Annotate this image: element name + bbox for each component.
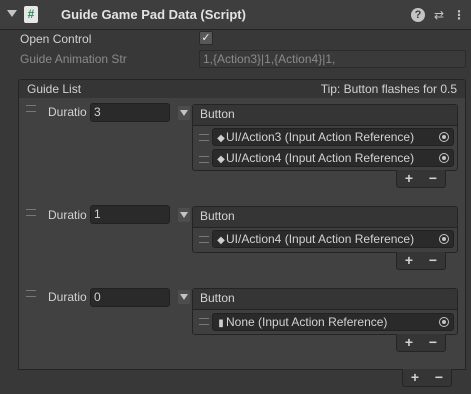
guide-animation-label: Guide Animation Str [20,52,127,66]
foldout-arrow-icon[interactable] [178,208,190,222]
drag-handle-icon[interactable] [26,290,36,297]
drag-handle-icon[interactable] [199,156,209,163]
add-remove-controls: + − [396,252,446,270]
button-list-header[interactable]: Button [193,105,457,126]
guide-list-label: Guide List [27,82,82,96]
preset-sliders-icon[interactable]: ⇄ [432,8,446,22]
drag-handle-icon[interactable] [199,236,209,243]
drag-handle-icon[interactable] [199,318,209,325]
action-reference-field[interactable]: ▮ None (Input Action Reference) [212,313,454,331]
drag-handle-icon[interactable] [199,134,209,141]
action-reference-field[interactable]: ◆UI/Action4 (Input Action Reference) [212,230,454,248]
more-options-icon[interactable]: ⋮ [452,8,466,22]
component-header: # Guide Game Pad Data (Script) ? ⇄ ⋮ [0,0,471,30]
duration-field[interactable]: 3 [90,103,170,122]
add-button[interactable]: + [399,170,419,186]
object-picker-icon[interactable] [439,132,449,142]
remove-button[interactable]: − [423,334,443,350]
add-remove-controls: + − [396,334,446,352]
input-action-icon: ◆ [217,133,225,144]
button-list-header[interactable]: Button [193,207,457,228]
foldout-arrow-icon[interactable] [178,290,190,304]
button-list-header[interactable]: Button [193,289,457,310]
open-control-checkbox[interactable]: ✓ [199,31,213,45]
object-picker-icon[interactable] [439,153,449,163]
remove-button[interactable]: − [429,369,449,385]
component-title: Guide Game Pad Data (Script) [61,7,246,22]
action-reference-field[interactable]: ◆UI/Action3 (Input Action Reference) [212,128,454,146]
duration-label: Duratio [48,208,87,222]
guide-list-tip: Tip: Button flashes for 0.5 [320,82,457,96]
foldout-arrow-icon[interactable] [178,106,190,120]
script-icon: # [24,6,38,23]
button-list-label: Button [200,291,235,305]
add-remove-controls: + − [396,170,446,188]
file-icon: ▮ [218,318,224,329]
add-button[interactable]: + [399,334,419,350]
remove-button[interactable]: − [423,252,443,268]
guide-list-add-remove: + − [402,369,452,387]
add-button[interactable]: + [405,369,425,385]
add-button[interactable]: + [399,252,419,268]
drag-handle-icon[interactable] [26,209,36,216]
foldout-arrow-icon[interactable] [7,10,17,17]
button-list-label: Button [200,209,235,223]
duration-label: Duratio [48,290,87,304]
duration-label: Duratio [48,105,87,119]
action-reference-field[interactable]: ◆UI/Action4 (Input Action Reference) [212,149,454,167]
open-control-label: Open Control [20,32,92,46]
object-picker-icon[interactable] [439,234,449,244]
guide-animation-field: 1,{Action3}|1,{Action4}|1, [199,50,466,68]
duration-field[interactable]: 1 [90,205,170,224]
drag-handle-icon[interactable] [26,105,36,112]
remove-button[interactable]: − [423,170,443,186]
object-picker-icon[interactable] [439,317,449,327]
help-icon[interactable]: ? [411,8,425,22]
input-action-icon: ◆ [217,235,225,246]
button-list-label: Button [200,107,235,121]
duration-field[interactable]: 0 [90,288,170,307]
input-action-icon: ◆ [217,154,225,165]
guide-list-header[interactable]: Guide List Tip: Button flashes for 0.5 [18,79,466,99]
